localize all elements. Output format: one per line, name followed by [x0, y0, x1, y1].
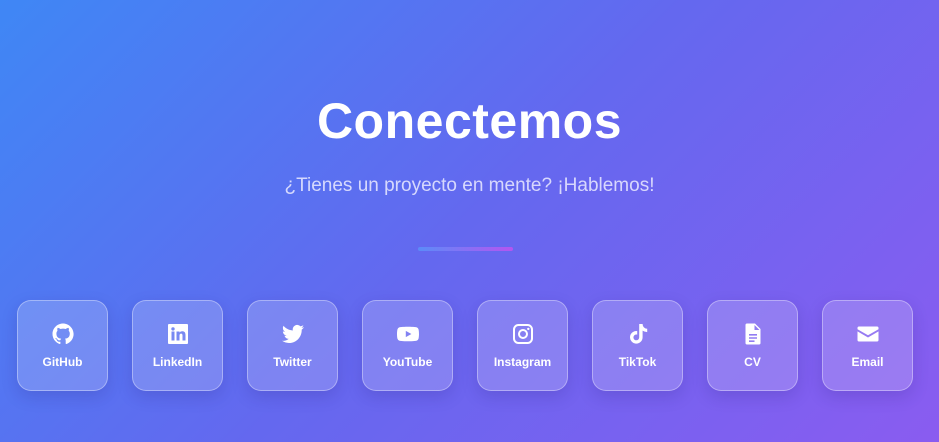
social-label: LinkedIn: [152, 355, 203, 369]
social-label: TikTok: [618, 355, 657, 369]
social-link-tiktok[interactable]: TikTok: [592, 300, 683, 391]
social-label: Twitter: [273, 355, 312, 369]
youtube-icon: [396, 322, 420, 346]
document-icon: [741, 322, 765, 346]
page-title: Conectemos: [316, 93, 623, 149]
social-label: Instagram: [493, 355, 552, 369]
twitter-icon: [281, 322, 305, 346]
social-link-linkedin[interactable]: LinkedIn: [132, 300, 223, 391]
social-link-cv[interactable]: CV: [707, 300, 798, 391]
social-link-instagram[interactable]: Instagram: [477, 300, 568, 391]
social-label: Email: [851, 355, 884, 369]
social-link-github[interactable]: GitHub: [17, 300, 108, 391]
social-label: CV: [744, 355, 761, 369]
social-links: GitHub LinkedIn Twitter YouTube Instagra…: [17, 300, 913, 391]
social-label: GitHub: [42, 355, 83, 369]
social-label: YouTube: [382, 355, 433, 369]
social-link-twitter[interactable]: Twitter: [247, 300, 338, 391]
social-link-email[interactable]: Email: [822, 300, 913, 391]
envelope-icon: [856, 322, 880, 346]
divider-line: [418, 247, 513, 251]
page-subtitle: ¿Tienes un proyecto en mente? ¡Hablemos!: [284, 175, 655, 196]
social-link-youtube[interactable]: YouTube: [362, 300, 453, 391]
instagram-icon: [511, 322, 535, 346]
linkedin-icon: [166, 322, 190, 346]
github-icon: [51, 322, 75, 346]
tiktok-icon: [626, 322, 650, 346]
